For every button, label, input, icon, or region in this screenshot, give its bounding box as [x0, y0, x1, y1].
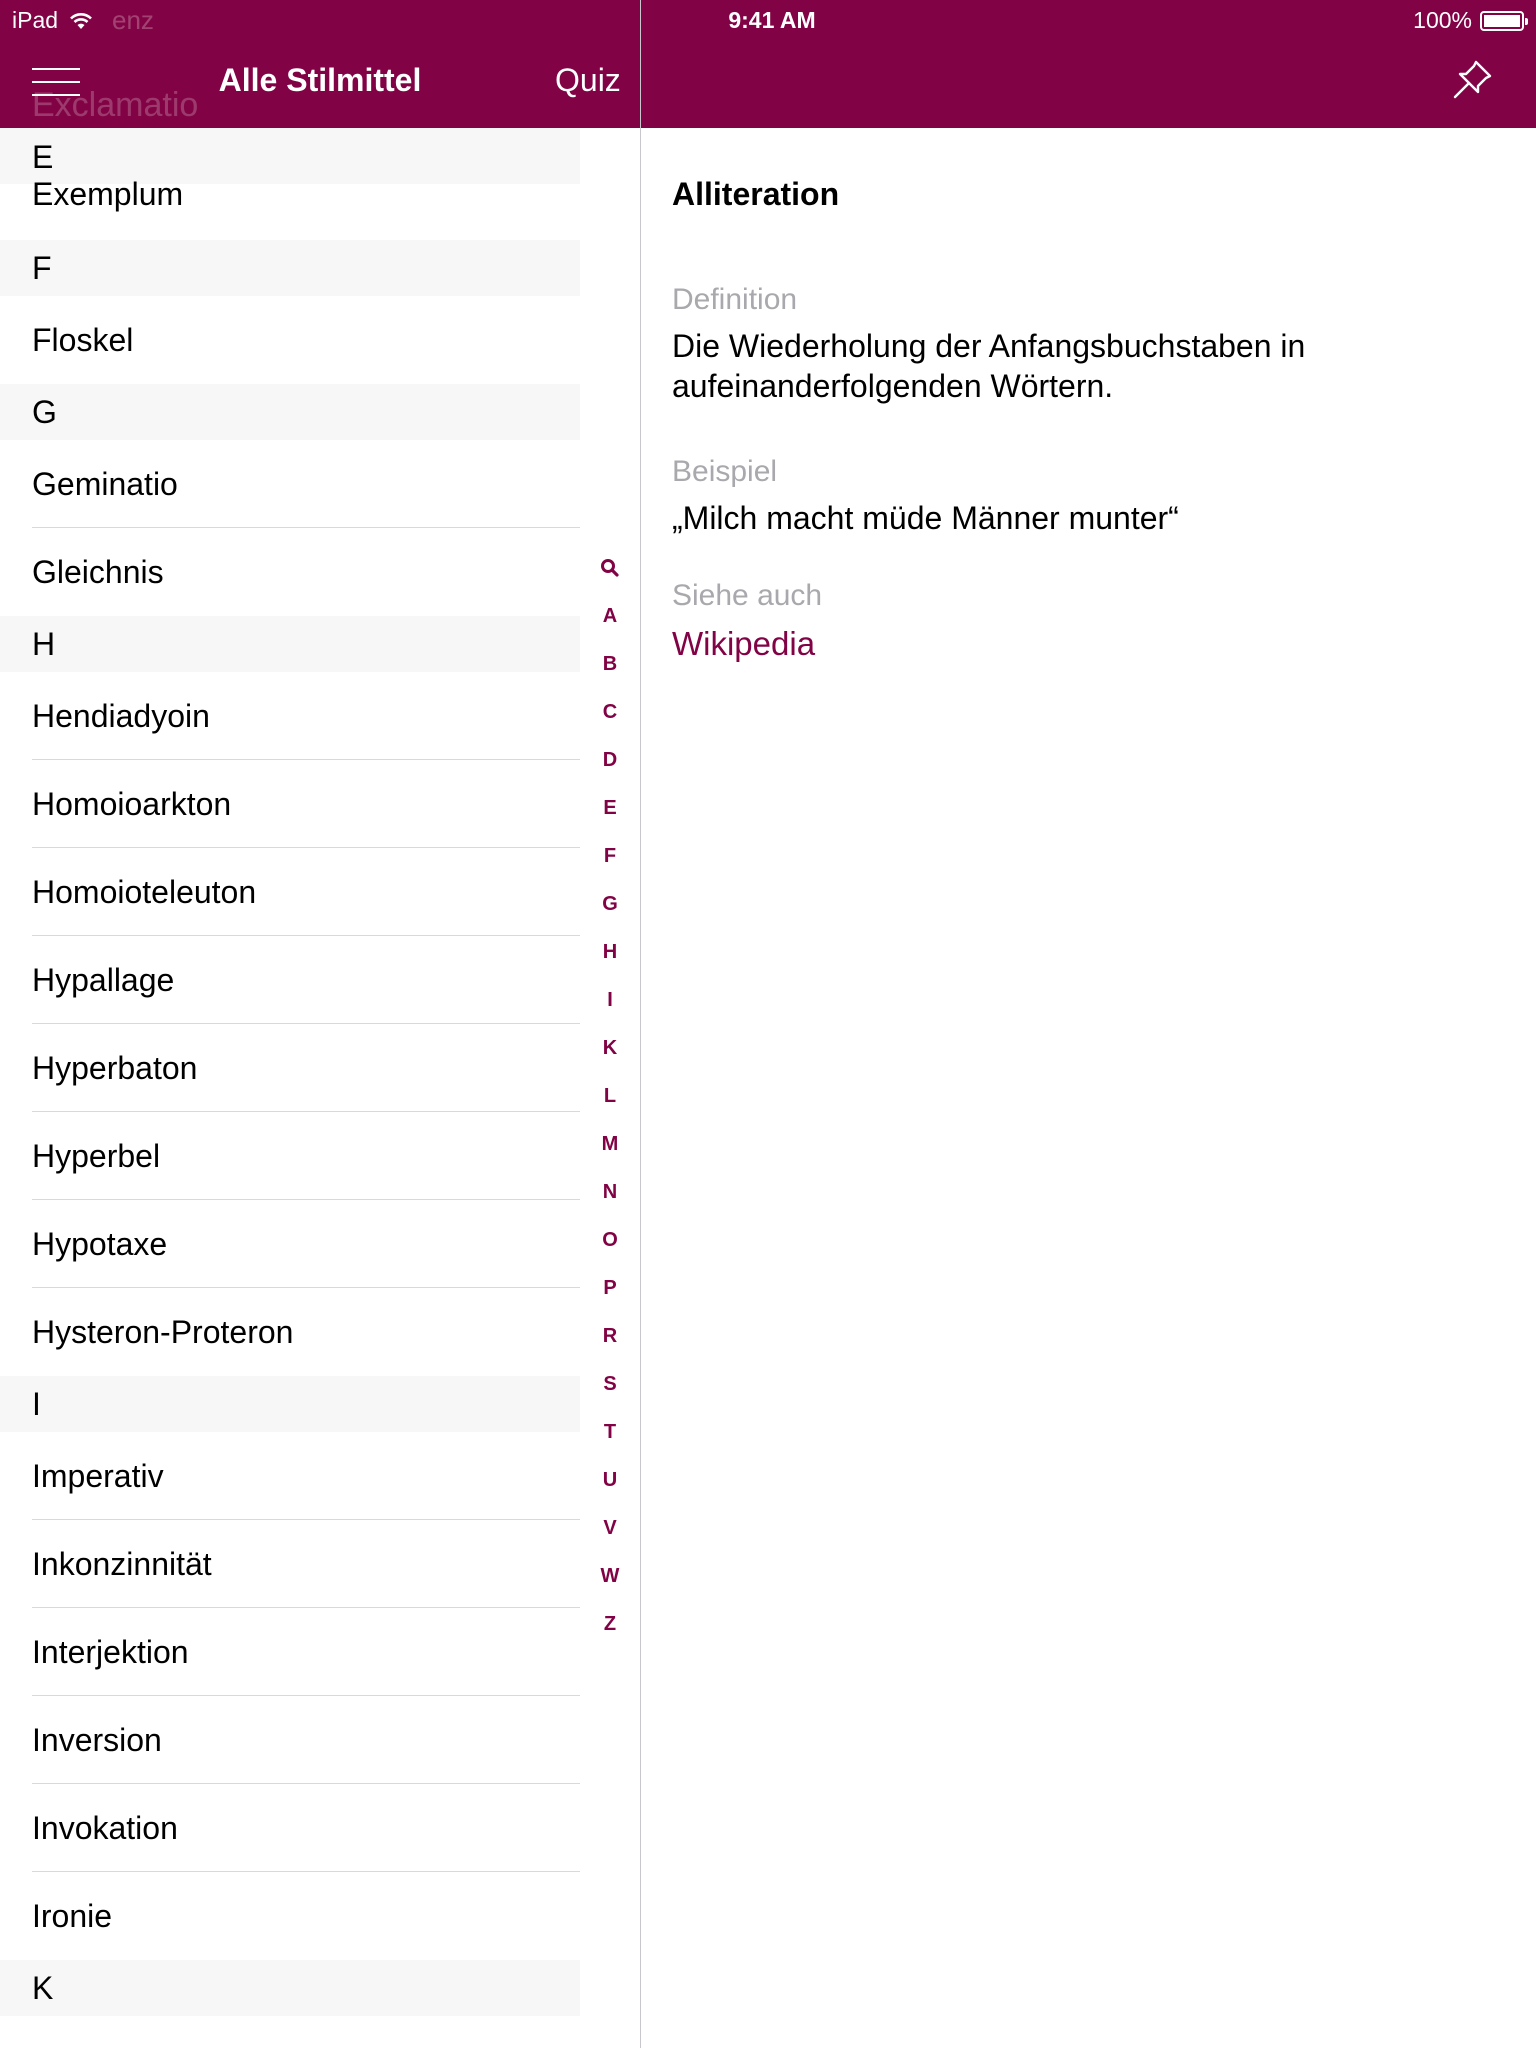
list-pane[interactable]: E Exemplum F Floskel G Geminatio Gleichn… — [0, 128, 640, 2048]
status-bar: iPad enz 9:41 AM 100% — [0, 0, 1536, 40]
definition-label: Definition — [672, 283, 798, 316]
definition-text: Die Wiederholung der Anfangsbuchstaben i… — [672, 328, 1306, 404]
index-letter-i[interactable]: I — [586, 976, 634, 1024]
nav-title: Alle Stilmittel — [218, 62, 422, 98]
index-letter-e[interactable]: E — [586, 784, 634, 832]
index-letter-w[interactable]: W — [586, 1552, 634, 1600]
index-letter-z[interactable]: Z — [586, 1600, 634, 1648]
header: iPad enz 9:41 AM 100% Exclamatio Alle St… — [0, 0, 1536, 128]
index-letter-b[interactable]: B — [586, 640, 634, 688]
index-letter-d[interactable]: D — [586, 736, 634, 784]
example-label: Beispiel — [672, 455, 778, 488]
status-time: 9:41 AM — [728, 7, 816, 33]
split-divider — [640, 0, 641, 2048]
list-item[interactable]: Hypallage — [0, 936, 580, 1024]
list-item[interactable]: Interjektion — [0, 1608, 580, 1696]
index-search[interactable] — [586, 544, 634, 592]
nav-bar: Exclamatio Alle Stilmittel Quiz — [0, 40, 1536, 128]
list-item[interactable]: Inversion — [0, 1696, 580, 1784]
stilmittel-list[interactable]: E Exemplum F Floskel G Geminatio Gleichn… — [0, 128, 580, 2016]
section-header-h: H — [0, 616, 580, 672]
pin-icon[interactable] — [1450, 58, 1494, 102]
index-letter-k[interactable]: K — [586, 1024, 634, 1072]
list-item[interactable]: Hyperbel — [0, 1112, 580, 1200]
index-letter-n[interactable]: N — [586, 1168, 634, 1216]
status-right: 100% — [1413, 7, 1528, 34]
list-item[interactable]: Hypotaxe — [0, 1200, 580, 1288]
search-icon — [601, 559, 619, 577]
section-header-g: G — [0, 384, 580, 440]
index-letter-v[interactable]: V — [586, 1504, 634, 1552]
wikipedia-link[interactable]: Wikipedia — [672, 625, 815, 663]
list-item[interactable]: Exemplum — [0, 178, 580, 240]
section-index-bar[interactable]: ABCDEFGHIKLMNOPRSTUVWZ — [586, 544, 634, 1648]
list-item[interactable]: Imperativ — [0, 1432, 580, 1520]
index-letter-s[interactable]: S — [586, 1360, 634, 1408]
quiz-button[interactable]: Quiz — [555, 62, 621, 99]
battery-fill — [1484, 14, 1520, 27]
list-item[interactable]: Homoioteleuton — [0, 848, 580, 936]
section-header-k: K — [0, 1960, 580, 2016]
list-item[interactable]: Gleichnis — [0, 528, 580, 616]
see-also-label: Siehe auch — [672, 579, 823, 612]
list-item[interactable]: Hysteron-Proteron — [0, 1288, 580, 1376]
battery-icon — [1480, 10, 1528, 31]
index-letter-h[interactable]: H — [586, 928, 634, 976]
list-item[interactable]: Hendiadyoin — [0, 672, 580, 760]
detail-title: Alliteration — [672, 176, 840, 212]
section-header-f: F — [0, 240, 580, 296]
index-letter-u[interactable]: U — [586, 1456, 634, 1504]
example-text: „Milch macht müde Männer munter“ — [672, 500, 1179, 536]
index-letter-c[interactable]: C — [586, 688, 634, 736]
list-item[interactable]: Homoioarkton — [0, 760, 580, 848]
section-header-i: I — [0, 1376, 580, 1432]
list-item[interactable]: Floskel — [0, 296, 580, 384]
index-letter-f[interactable]: F — [586, 832, 634, 880]
index-letter-l[interactable]: L — [586, 1072, 634, 1120]
list-item[interactable]: Ironie — [0, 1872, 580, 1960]
index-letter-a[interactable]: A — [586, 592, 634, 640]
list-item[interactable]: Geminatio — [0, 440, 580, 528]
index-letter-g[interactable]: G — [586, 880, 634, 928]
list-item[interactable]: Invokation — [0, 1784, 580, 1872]
index-letter-m[interactable]: M — [586, 1120, 634, 1168]
index-letter-r[interactable]: R — [586, 1312, 634, 1360]
battery-percent: 100% — [1413, 7, 1472, 33]
list-item[interactable]: Inkonzinnität — [0, 1520, 580, 1608]
list-item[interactable]: Hyperbaton — [0, 1024, 580, 1112]
index-letter-t[interactable]: T — [586, 1408, 634, 1456]
index-letter-p[interactable]: P — [586, 1264, 634, 1312]
index-letter-o[interactable]: O — [586, 1216, 634, 1264]
